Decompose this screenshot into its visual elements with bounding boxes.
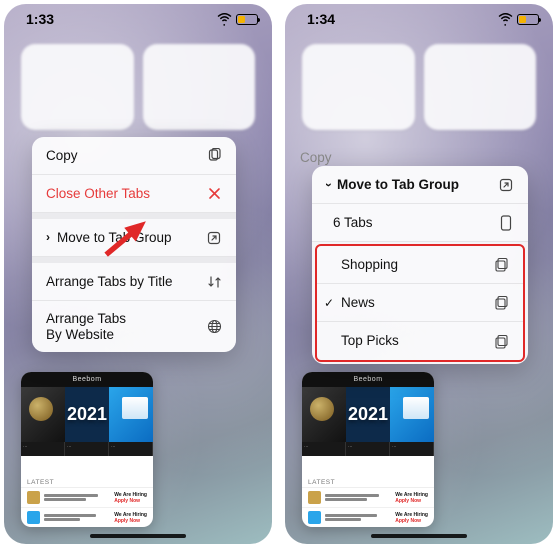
- tab-group-top-picks[interactable]: Top Picks: [317, 322, 523, 360]
- menu-item-faded-copy: Copy: [300, 150, 332, 165]
- menu-label: Shopping: [341, 257, 398, 273]
- thumbnail-latest: LATEST: [21, 476, 153, 488]
- background-widgets: [302, 44, 536, 130]
- stack-icon: [492, 295, 510, 310]
- list-item: We Are HiringApply Now: [21, 508, 153, 527]
- menu-label: Close Other Tabs: [46, 186, 150, 202]
- thumbnail-title: Beebom: [302, 372, 434, 387]
- thumbnail-latest: LATEST: [302, 476, 434, 488]
- list-item: We Are HiringApply Now: [302, 508, 434, 527]
- list-item: We Are HiringApply Now: [302, 488, 434, 508]
- device-icon: [497, 215, 515, 231]
- open-icon: [497, 178, 515, 192]
- copy-icon: [205, 148, 223, 163]
- thumbnail-hero: 2021: [302, 387, 434, 442]
- submenu-header-move-to-tab-group[interactable]: ›Move to Tab Group: [312, 166, 528, 204]
- home-indicator[interactable]: [90, 534, 186, 538]
- status-icons: [217, 14, 258, 25]
- menu-item-arrange-by-title[interactable]: Arrange Tabs by Title: [32, 263, 236, 301]
- tab-thumbnail[interactable]: Beebom 2021 ……… LATEST We Are HiringAppl…: [302, 372, 434, 527]
- stack-icon: [492, 257, 510, 272]
- wifi-icon: [217, 14, 232, 25]
- close-icon: [205, 187, 223, 200]
- menu-item-arrange-by-website[interactable]: Arrange Tabs By Website: [32, 301, 236, 352]
- context-menu: Copy Close Other Tabs ›Move to Tab Group…: [32, 137, 236, 352]
- tab-group-submenu: ›Move to Tab Group 6 Tabs Shopping ✓ New…: [312, 166, 528, 364]
- sort-icon: [205, 275, 223, 289]
- thumbnail-hero: 2021: [21, 387, 153, 442]
- menu-label: Top Picks: [341, 333, 399, 349]
- hero-year: 2021: [65, 387, 109, 442]
- phone-right: 1:34 Copy ›Move to Tab Group 6 Tabs: [285, 4, 553, 544]
- phone-left: 1:33 Copy Close Other Tabs ›Move to: [4, 4, 272, 544]
- menu-item-close-other-tabs[interactable]: Close Other Tabs: [32, 175, 236, 213]
- menu-label: News: [341, 295, 375, 311]
- wifi-icon: [498, 14, 513, 25]
- submenu-item-current-tabs[interactable]: 6 Tabs: [312, 204, 528, 242]
- hero-year: 2021: [346, 387, 390, 442]
- home-indicator[interactable]: [371, 534, 467, 538]
- status-bar: 1:34: [285, 4, 553, 34]
- menu-label: Arrange Tabs By Website: [46, 311, 126, 342]
- status-time: 1:34: [307, 11, 335, 27]
- status-icons: [498, 14, 539, 25]
- battery-icon: [517, 14, 539, 25]
- thumbnail-title: Beebom: [21, 372, 153, 387]
- menu-label: Move to Tab Group: [337, 177, 459, 193]
- menu-label: Arrange Tabs by Title: [46, 274, 173, 290]
- status-bar: 1:33: [4, 4, 272, 34]
- menu-item-copy[interactable]: Copy: [32, 137, 236, 175]
- battery-icon: [236, 14, 258, 25]
- tab-group-news[interactable]: ✓ News: [317, 284, 523, 322]
- tab-group-shopping[interactable]: Shopping: [317, 246, 523, 284]
- tab-group-highlight: Shopping ✓ News Top Picks: [315, 244, 525, 362]
- tab-thumbnail[interactable]: Beebom 2021 ……… LATEST We Are HiringAppl…: [21, 372, 153, 527]
- chevron-down-icon: ›: [321, 182, 335, 186]
- stack-icon: [492, 334, 510, 349]
- check-icon: ✓: [324, 296, 334, 310]
- open-icon: [205, 231, 223, 245]
- menu-label: 6 Tabs: [333, 215, 373, 231]
- status-time: 1:33: [26, 11, 54, 27]
- chevron-right-icon: ›: [46, 231, 50, 245]
- menu-label: Copy: [46, 148, 78, 164]
- globe-icon: [205, 319, 223, 334]
- background-widgets: [21, 44, 255, 130]
- list-item: We Are HiringApply Now: [21, 488, 153, 508]
